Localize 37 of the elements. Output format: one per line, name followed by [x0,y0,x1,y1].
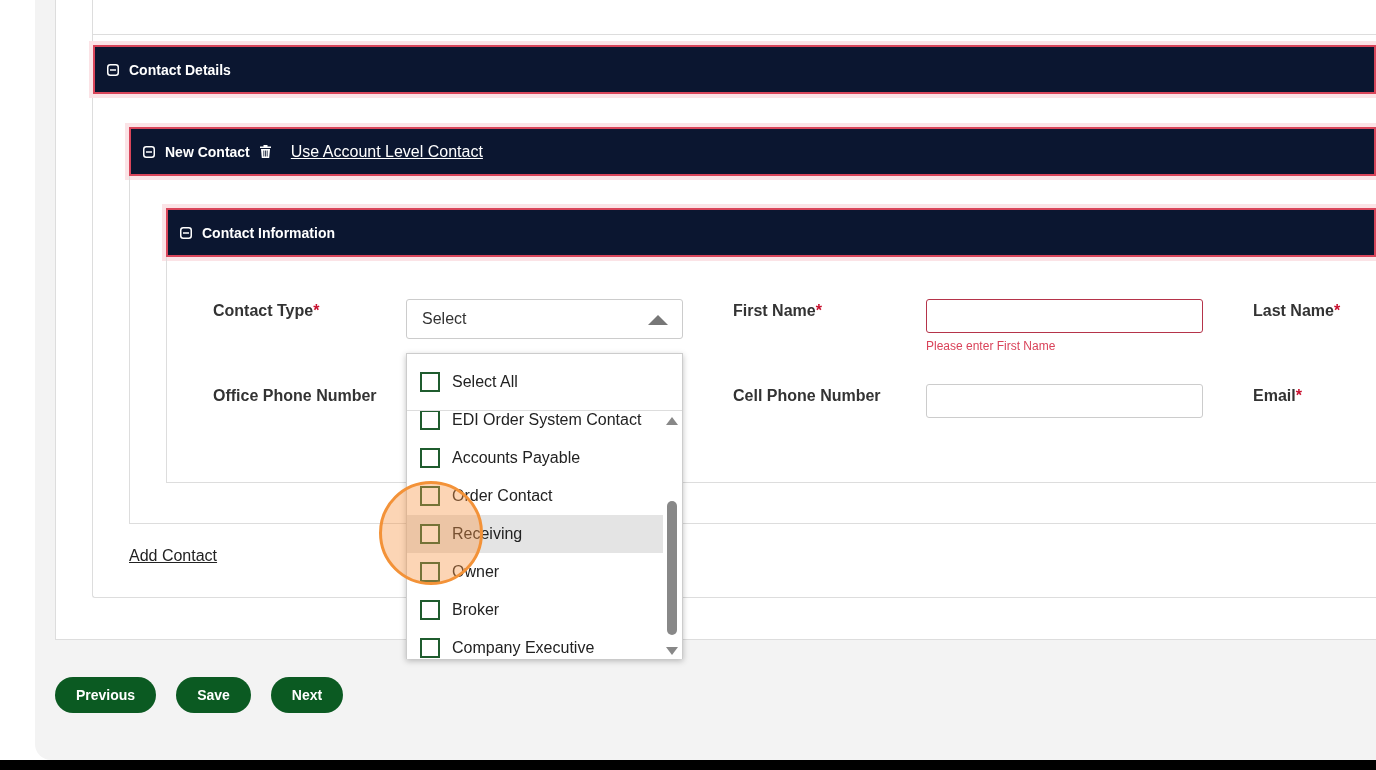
nav-button[interactable]: Previous [55,677,157,713]
field-label: Email* [1253,387,1302,405]
collapse-icon[interactable] [180,226,192,239]
field-label: Last Name* [1253,302,1341,320]
checkbox[interactable] [420,524,440,544]
scroll-down-icon[interactable] [666,647,678,655]
trash-icon[interactable] [259,145,271,158]
checkbox[interactable] [420,600,440,620]
dropdown-option[interactable]: EDI Order System Contact [407,411,663,439]
text-field[interactable] [926,299,1203,333]
collapse-icon[interactable] [107,63,119,76]
field-label: Cell Phone Number [733,387,881,405]
dropdown-option[interactable]: Select All [407,354,682,411]
checkbox[interactable] [420,372,440,392]
collapse-icon[interactable] [143,145,155,158]
checkbox[interactable] [420,562,440,582]
checkbox[interactable] [420,448,440,468]
dropdown-option[interactable]: Accounts Payable [407,439,663,477]
dropdown-option[interactable]: Broker [407,591,663,629]
section-title: New Contact [165,143,250,160]
add-contact-link[interactable]: Add Contact [129,547,218,564]
scroll-up-icon[interactable] [666,417,678,425]
section-title: Contact Information [202,224,335,241]
nav-button[interactable]: Save [176,677,251,713]
checkbox[interactable] [420,486,440,506]
field-label: Contact Type* [213,302,320,320]
dropdown-option[interactable]: Company Executive [407,629,663,659]
field-label: First Name* [733,302,822,320]
select-field[interactable]: Select [406,299,683,339]
account-contact-link[interactable]: Use Account Level Contact [290,142,483,161]
error-message: Please enter First Name [926,339,1056,353]
checkbox[interactable] [420,638,440,658]
section-title: Contact Details [129,61,231,78]
caret-icon[interactable] [648,313,668,325]
field-label: Office Phone Number [213,387,377,405]
nav-button[interactable]: Next [270,677,344,713]
checkbox[interactable] [420,411,440,430]
